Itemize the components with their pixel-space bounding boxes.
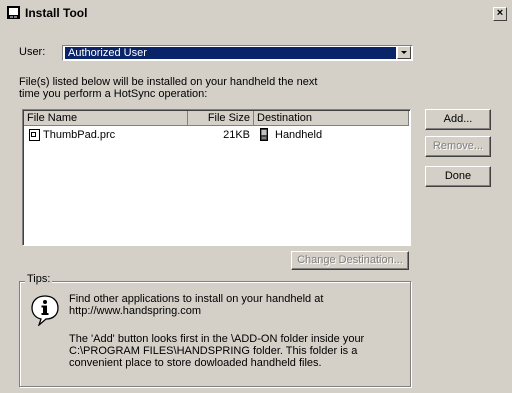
user-label: User: [19, 46, 46, 58]
tip-line-5: convenient place to store dowloaded hand… [69, 357, 322, 369]
title-bar[interactable]: Install Tool × [3, 3, 511, 23]
column-header-destination[interactable]: Destination [254, 111, 409, 126]
close-button[interactable]: × [493, 7, 507, 21]
instructions-line-2: time you perform a HotSync operation: [19, 88, 208, 100]
handheld-icon [260, 128, 268, 141]
file-list[interactable]: File Name File Size Destination ThumbPad… [22, 109, 411, 246]
add-button[interactable]: Add... [425, 109, 491, 130]
destination-cell: Handheld [275, 129, 323, 141]
window-title: Install Tool [25, 6, 88, 20]
remove-button[interactable]: Remove... [425, 136, 491, 157]
user-select[interactable]: Authorized User [62, 45, 413, 61]
install-tool-icon [7, 6, 20, 19]
file-size-cell: 21KB [223, 129, 250, 141]
table-row[interactable]: ThumbPad.prc 21KB Handheld [24, 127, 409, 143]
tip-line-3: The 'Add' button looks first in the \ADD… [69, 333, 365, 345]
tip-line-1: Find other applications to install on yo… [69, 293, 324, 305]
chevron-down-icon[interactable] [397, 46, 411, 59]
file-name-cell: ThumbPad.prc [43, 129, 116, 141]
instructions-line-1: File(s) listed below will be installed o… [19, 76, 318, 88]
user-select-value: Authorized User [65, 47, 396, 59]
column-header-file-size[interactable]: File Size [188, 111, 254, 126]
tip-link[interactable]: http://www.handspring.com [69, 305, 399, 317]
change-destination-button[interactable]: Change Destination... [291, 251, 409, 270]
column-header-file-name[interactable]: File Name [24, 111, 188, 126]
tip-line-4: C:\PROGRAM FILES\HANDSPRING folder. This… [69, 345, 358, 357]
tips-caption: Tips: [25, 273, 53, 285]
prc-file-icon [29, 129, 40, 141]
done-button[interactable]: Done [425, 166, 491, 187]
install-tool-window: Install Tool × User: Authorized User Fil… [0, 0, 512, 393]
info-icon [31, 295, 59, 326]
